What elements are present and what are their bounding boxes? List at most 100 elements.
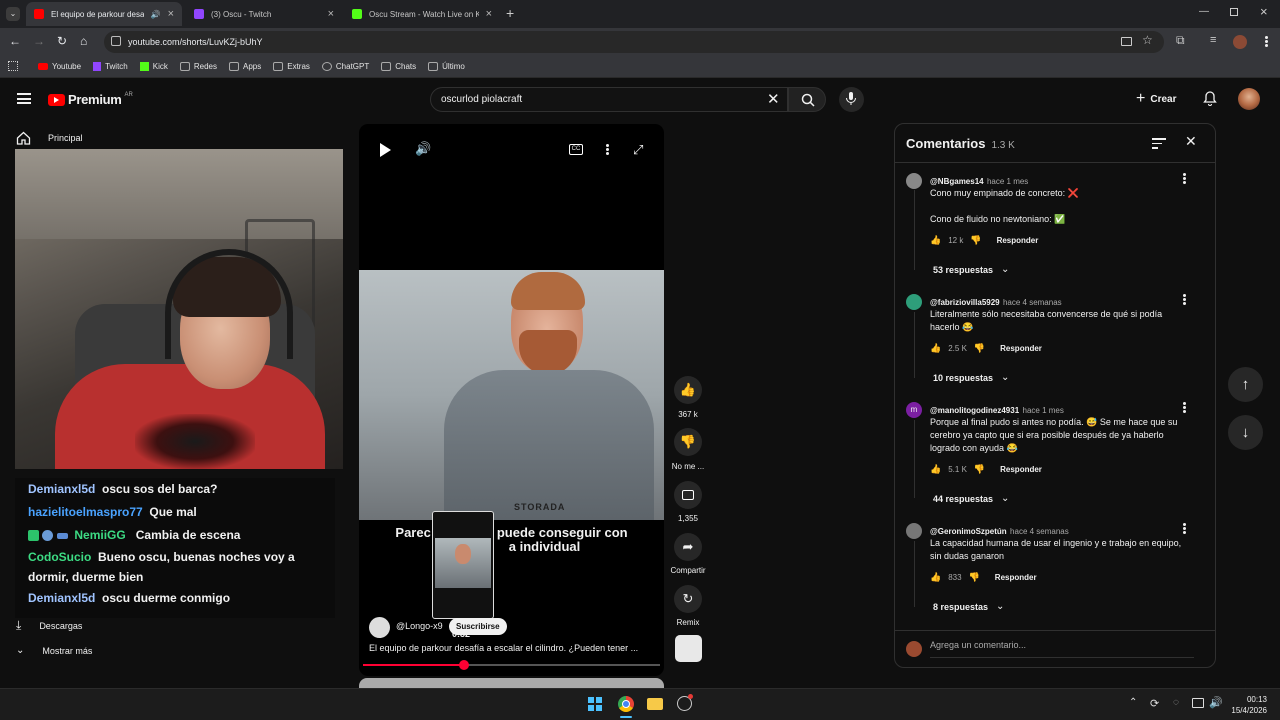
close-tab-icon[interactable]: ×	[486, 8, 492, 20]
comment-avatar[interactable]: m	[906, 402, 922, 418]
like-comment-icon[interactable]: 👍	[930, 464, 941, 475]
subscribe-button[interactable]: Suscribirse	[449, 618, 507, 635]
sidebar-item-home[interactable]: Principal	[16, 131, 83, 145]
dislike-comment-icon[interactable]: 👎	[969, 572, 980, 583]
volume-icon[interactable]: 🔊	[415, 141, 431, 157]
bookmark-chatgpt[interactable]: ChatGPT	[321, 62, 369, 71]
add-comment-input[interactable]: Agrega un comentario...	[930, 640, 1194, 658]
bookmark-twitch[interactable]: Twitch	[93, 62, 128, 71]
site-info-icon[interactable]	[111, 36, 121, 46]
extensions-icon[interactable]: ⧉	[1176, 33, 1185, 48]
file-explorer-icon[interactable]	[647, 698, 663, 710]
sidebar-item-show-more[interactable]: ⌄ Mostrar más	[16, 645, 92, 656]
maximize-icon[interactable]	[1230, 8, 1238, 16]
view-replies-button[interactable]: 53 respuestas ⌄	[933, 264, 1009, 275]
close-tab-icon[interactable]: ×	[168, 8, 174, 20]
tab-kick[interactable]: Oscu Stream - Watch Live on K ×	[344, 2, 500, 26]
search-input[interactable]: oscurlod piolacraft	[430, 87, 788, 112]
media-controls-icon[interactable]: ≡	[1210, 34, 1216, 46]
profile-avatar[interactable]	[1233, 35, 1247, 49]
next-short-button[interactable]: ↓	[1228, 415, 1263, 450]
comment-options-icon[interactable]	[1183, 523, 1186, 534]
like-comment-icon[interactable]: 👍	[930, 343, 941, 354]
close-comments-icon[interactable]: ✕	[1185, 133, 1197, 150]
home-icon[interactable]: ⌂	[80, 34, 87, 48]
close-tab-icon[interactable]: ×	[328, 8, 334, 20]
bookmark-kick[interactable]: Kick	[139, 62, 168, 71]
tab-search-button[interactable]: ⌄	[6, 7, 20, 21]
minimize-icon[interactable]: —	[1199, 6, 1209, 17]
video-title[interactable]: El equipo de parkour desafía a escalar e…	[369, 643, 654, 653]
taskbar-clock[interactable]: 00:13 15/4/2026	[1225, 694, 1267, 716]
tray-volume-icon[interactable]: 🔊	[1209, 696, 1223, 709]
tray-network-icon[interactable]	[1192, 698, 1204, 708]
share-button[interactable]: ➦	[674, 533, 702, 561]
tab-youtube[interactable]: El equipo de parkour desafí 🔊 ×	[26, 2, 182, 26]
sidebar-item-downloads[interactable]: ⤓ Descargas	[16, 618, 82, 633]
tray-chevron-up-icon[interactable]: ⌃	[1129, 697, 1137, 708]
browser-menu-icon[interactable]	[1265, 36, 1268, 47]
dislike-comment-icon[interactable]: 👎	[974, 343, 985, 354]
windows-start-icon[interactable]	[588, 697, 602, 711]
tray-microphone-icon[interactable]: ◌	[1173, 697, 1179, 708]
dislike-comment-icon[interactable]: 👎	[970, 235, 981, 246]
play-icon[interactable]	[380, 143, 391, 157]
hamburger-menu-icon[interactable]	[17, 93, 31, 104]
new-tab-icon[interactable]: +	[506, 5, 514, 21]
reply-button[interactable]: Responder	[995, 573, 1037, 582]
bookmark-youtube[interactable]: Youtube	[38, 62, 81, 71]
view-replies-button[interactable]: 10 respuestas ⌄	[933, 372, 1009, 383]
reply-button[interactable]: Responder	[1000, 344, 1042, 353]
account-avatar[interactable]	[1238, 88, 1260, 110]
dislike-comment-icon[interactable]: 👎	[974, 464, 985, 475]
comments-button[interactable]	[674, 481, 702, 509]
comment-avatar[interactable]	[906, 294, 922, 310]
channel-avatar[interactable]	[369, 617, 390, 638]
forward-icon[interactable]: →	[33, 34, 45, 48]
speaker-icon[interactable]: 🔊	[151, 10, 161, 19]
notifications-bell-icon[interactable]	[1203, 91, 1217, 106]
comment-options-icon[interactable]	[1183, 173, 1186, 184]
tray-sync-icon[interactable]: ⟳	[1150, 697, 1159, 710]
fullscreen-icon[interactable]: ⤢	[633, 142, 643, 158]
bookmark-folder-redes[interactable]: Redes	[179, 62, 217, 71]
address-bar[interactable]: youtube.com/shorts/LuvKZj-bUhY	[104, 31, 1164, 53]
captions-icon[interactable]: CC	[569, 144, 583, 155]
sort-comments-icon[interactable]	[1152, 138, 1166, 149]
chrome-taskbar-icon[interactable]	[618, 696, 634, 712]
sound-thumbnail[interactable]	[675, 635, 702, 662]
comment-avatar[interactable]	[906, 173, 922, 189]
previous-short-button[interactable]: ↑	[1228, 367, 1263, 402]
reload-icon[interactable]: ↻	[57, 34, 67, 48]
comment-avatar[interactable]	[906, 523, 922, 539]
remix-button[interactable]: ↻	[674, 585, 702, 613]
voice-search-button[interactable]	[839, 87, 864, 112]
view-replies-button[interactable]: 44 respuestas ⌄	[933, 493, 1009, 504]
like-comment-icon[interactable]: 👍	[930, 572, 941, 583]
back-icon[interactable]: ←	[9, 34, 21, 48]
bookmark-folder-ultimo[interactable]: Último	[428, 62, 465, 71]
comment-options-icon[interactable]	[1183, 294, 1186, 305]
shorts-video-player[interactable]: 🔊 CC ⤢ STORADA Parec puede conseguir con …	[359, 124, 664, 676]
view-replies-button[interactable]: 8 respuestas ⌄	[933, 601, 1004, 612]
like-comment-icon[interactable]: 👍	[930, 235, 941, 246]
comment-options-icon[interactable]	[1183, 402, 1186, 413]
bookmark-folder-chats[interactable]: Chats	[381, 62, 416, 71]
cast-icon[interactable]	[1121, 37, 1132, 46]
close-window-icon[interactable]: ×	[1260, 4, 1268, 19]
dislike-button[interactable]: 👎	[674, 428, 702, 456]
video-more-options-icon[interactable]	[606, 144, 609, 155]
apps-grid-icon[interactable]	[8, 61, 18, 71]
clear-search-icon[interactable]: ✕	[767, 90, 780, 108]
tab-twitch[interactable]: (3) Oscu - Twitch ×	[186, 2, 342, 26]
search-button[interactable]	[788, 87, 826, 112]
reply-button[interactable]: Responder	[997, 236, 1039, 245]
youtube-logo[interactable]: Premium AR	[48, 92, 133, 107]
progress-handle[interactable]	[458, 660, 469, 670]
bookmark-star-icon[interactable]: ☆	[1142, 33, 1153, 47]
bookmark-folder-extras[interactable]: Extras	[273, 62, 310, 71]
channel-name[interactable]: @Longo-x9	[396, 621, 443, 631]
create-button[interactable]: + Crear	[1136, 88, 1176, 110]
reply-button[interactable]: Responder	[1000, 465, 1042, 474]
bookmark-folder-apps[interactable]: Apps	[229, 62, 261, 71]
